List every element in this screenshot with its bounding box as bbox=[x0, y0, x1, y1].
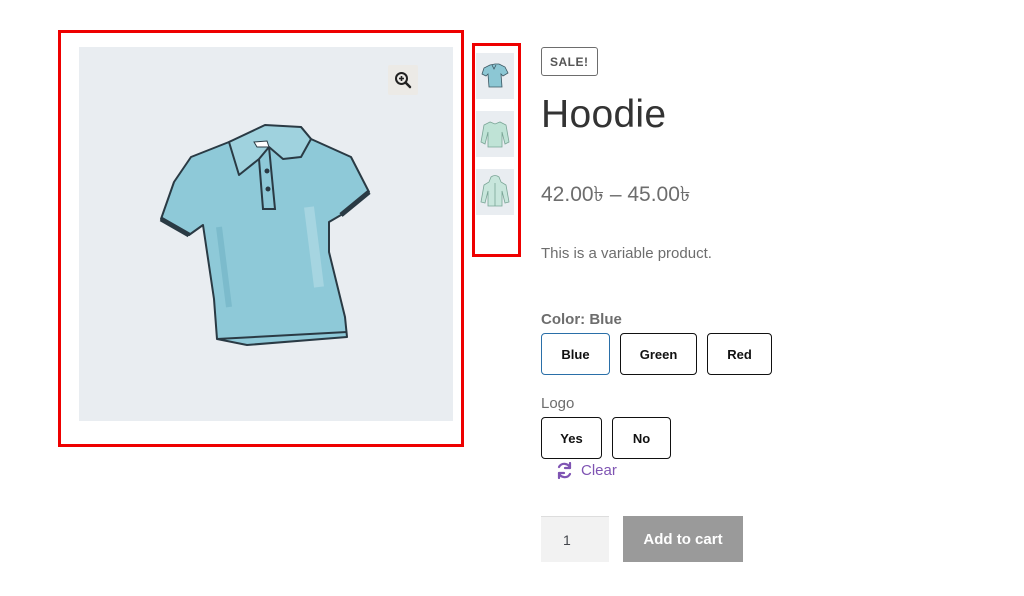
thumbnail-long-sleeve[interactable] bbox=[476, 111, 514, 157]
color-swatch-blue[interactable]: Blue bbox=[541, 333, 610, 375]
short-description: This is a variable product. bbox=[541, 245, 712, 262]
color-swatch-red[interactable]: Red bbox=[707, 333, 772, 375]
refresh-icon bbox=[557, 462, 572, 479]
color-swatch-green[interactable]: Green bbox=[620, 333, 697, 375]
clear-selection-link[interactable]: Clear bbox=[556, 462, 617, 479]
zoom-in-icon bbox=[395, 72, 412, 89]
color-label: Color: bbox=[541, 311, 586, 328]
hoodie-thumbnail-icon bbox=[480, 175, 510, 207]
add-to-cart-button[interactable]: Add to cart bbox=[623, 516, 743, 562]
sale-badge: SALE! bbox=[541, 47, 598, 76]
main-product-image[interactable] bbox=[79, 47, 453, 421]
long-sleeve-shirt-thumbnail-icon bbox=[480, 121, 510, 148]
polo-shirt-image bbox=[159, 124, 371, 346]
logo-attribute-label: Logo bbox=[541, 395, 575, 412]
zoom-button[interactable] bbox=[388, 65, 418, 95]
product-title: Hoodie bbox=[541, 93, 667, 136]
thumbnail-polo-shirt[interactable] bbox=[476, 53, 514, 99]
logo-swatch-yes[interactable]: Yes bbox=[541, 417, 602, 459]
polo-shirt-thumbnail-icon bbox=[481, 63, 509, 88]
color-selected-value: Blue bbox=[589, 311, 622, 328]
clear-label: Clear bbox=[581, 462, 617, 479]
thumbnail-hoodie[interactable] bbox=[476, 169, 514, 215]
color-attribute-label: Color: Blue bbox=[541, 311, 622, 328]
logo-swatch-no[interactable]: No bbox=[612, 417, 671, 459]
quantity-input[interactable] bbox=[541, 516, 609, 562]
price-range: 42.00৳ – 45.00৳ bbox=[541, 183, 691, 206]
